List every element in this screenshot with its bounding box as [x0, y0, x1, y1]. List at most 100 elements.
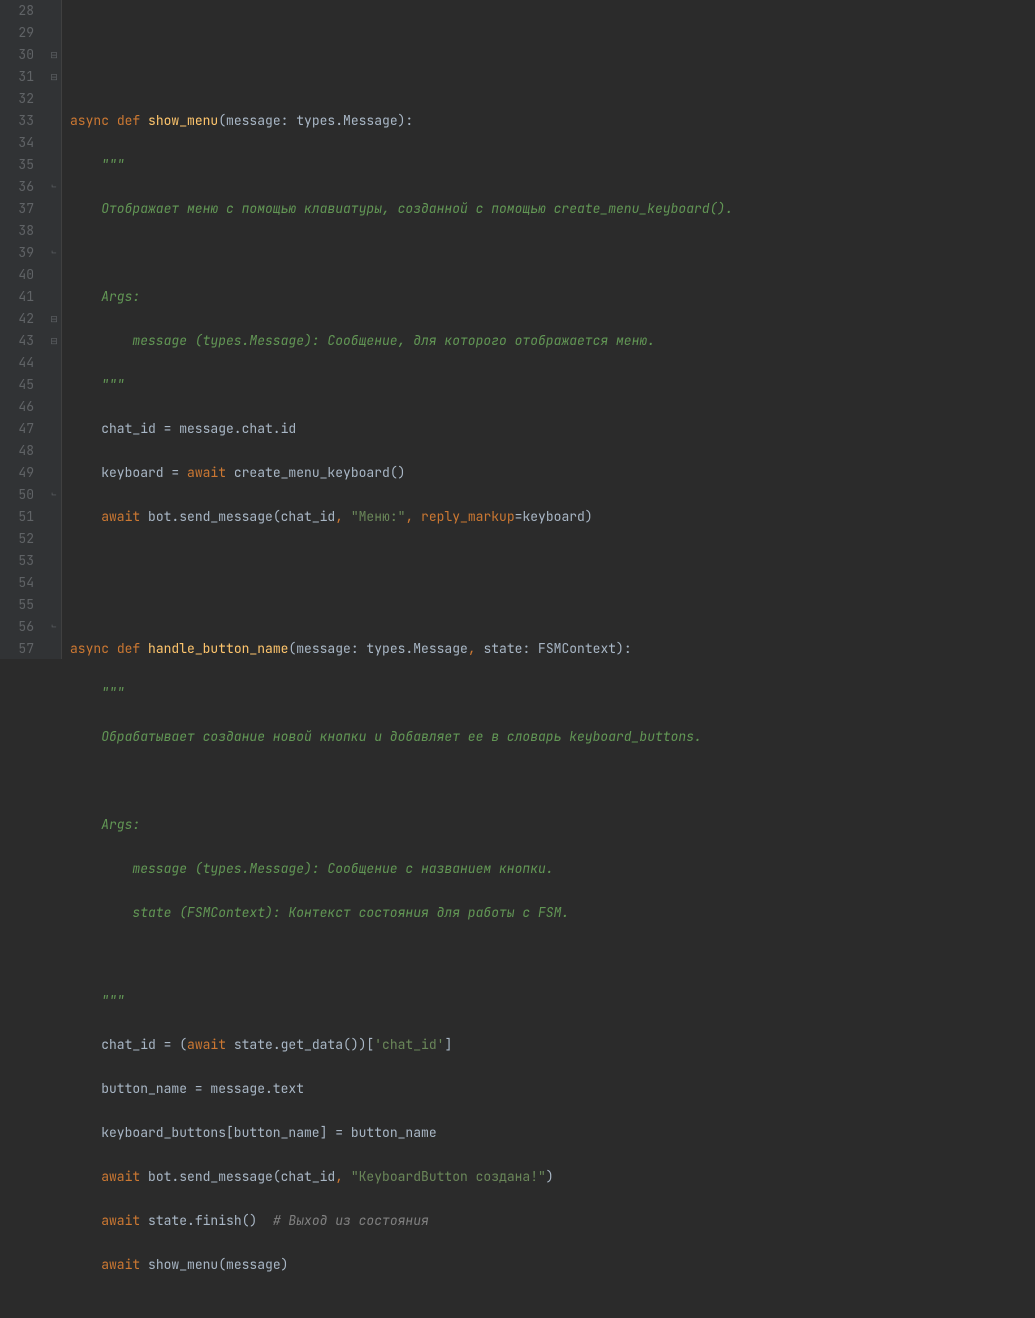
function-name: show_menu [148, 112, 218, 129]
kwarg: reply_markup [421, 508, 515, 525]
line-number: 56 [0, 616, 34, 638]
fold-open-icon[interactable]: ⊟ [48, 66, 60, 88]
code-line[interactable]: """ [70, 990, 1035, 1012]
line-number: 28 [0, 0, 34, 22]
line-number-gutter: 28 29 30 31 32 33 34 35 36 37 38 39 40 4… [0, 0, 46, 659]
fold-gutter[interactable]: ⊟⊟⌐⌐⊟⊟⌐⌐ [46, 0, 62, 659]
fold-open-icon[interactable]: ⊟ [48, 330, 60, 352]
keyword-def: def [117, 112, 148, 129]
docstring: Отображает меню с помощью клавиатуры, со… [101, 200, 733, 217]
params: (message: types.Message): [218, 112, 413, 129]
code-line[interactable] [70, 22, 1035, 44]
line-number: 55 [0, 594, 34, 616]
code-line[interactable]: chat_id = message.chat.id [70, 418, 1035, 440]
line-number: 33 [0, 110, 34, 132]
line-number: 45 [0, 374, 34, 396]
docstring: """ [101, 684, 124, 701]
fold-close-icon[interactable]: ⌐ [48, 242, 60, 264]
code-line[interactable]: Args: [70, 286, 1035, 308]
line-number: 46 [0, 396, 34, 418]
code-editor[interactable]: 28 29 30 31 32 33 34 35 36 37 38 39 40 4… [0, 0, 1035, 659]
docstring: Args: [101, 288, 140, 305]
code-line[interactable]: chat_id = (await state.get_data())['chat… [70, 1034, 1035, 1056]
string-literal: "Меню:" [351, 508, 406, 525]
code-line[interactable] [70, 242, 1035, 264]
code-line[interactable]: await bot.send_message(chat_id, "Keyboar… [70, 1166, 1035, 1188]
code-line[interactable]: Args: [70, 814, 1035, 836]
code-line[interactable]: message (types.Message): Сообщение с наз… [70, 858, 1035, 880]
code-line[interactable] [70, 1298, 1035, 1318]
code-line[interactable] [70, 594, 1035, 616]
comment: # Выход из состояния [273, 1212, 429, 1229]
line-number: 49 [0, 462, 34, 484]
line-number: 32 [0, 88, 34, 110]
comma: , [405, 508, 421, 525]
code-line[interactable]: button_name = message.text [70, 1078, 1035, 1100]
code-line[interactable]: """ [70, 682, 1035, 704]
keyword-await: await [187, 464, 234, 481]
comma: , [335, 1168, 351, 1185]
line-number: 40 [0, 264, 34, 286]
fold-close-icon[interactable]: ⌐ [48, 616, 60, 638]
code-text: = button_name [335, 1124, 436, 1141]
line-number: 42 [0, 308, 34, 330]
docstring: """ [101, 992, 124, 1009]
code-line[interactable] [70, 946, 1035, 968]
code-line[interactable] [70, 770, 1035, 792]
fold-close-icon[interactable]: ⌐ [48, 176, 60, 198]
code-line[interactable]: async def handle_button_name(message: ty… [70, 638, 1035, 660]
docstring: message (types.Message): Сообщение, для … [132, 332, 655, 349]
code-line[interactable]: state (FSMContext): Контекст состояния д… [70, 902, 1035, 924]
code-line[interactable]: await bot.send_message(chat_id, "Меню:",… [70, 506, 1035, 528]
docstring: state (FSMContext): Контекст состояния д… [132, 904, 569, 921]
docstring: """ [101, 156, 124, 173]
string-literal: "KeyboardButton создана!" [351, 1168, 546, 1185]
code-text: state.get_data())[ [234, 1036, 374, 1053]
code-line[interactable]: """ [70, 154, 1035, 176]
line-number: 41 [0, 286, 34, 308]
fold-open-icon[interactable]: ⊟ [48, 44, 60, 66]
code-line[interactable]: Обрабатывает создание новой кнопки и доб… [70, 726, 1035, 748]
fold-close-icon[interactable]: ⌐ [48, 484, 60, 506]
code-area[interactable]: async def show_menu(message: types.Messa… [62, 0, 1035, 659]
line-number: 44 [0, 352, 34, 374]
keyword-await: await [101, 1212, 148, 1229]
code-line[interactable]: keyboard_buttons[button_name] = button_n… [70, 1122, 1035, 1144]
code-line[interactable] [70, 550, 1035, 572]
line-number: 34 [0, 132, 34, 154]
line-number: 29 [0, 22, 34, 44]
code-text: state.finish() [148, 1212, 273, 1229]
docstring: message (types.Message): Сообщение с наз… [132, 860, 553, 877]
code-line[interactable]: await show_menu(message) [70, 1254, 1035, 1276]
code-text: button_name = message.text [101, 1080, 304, 1097]
keyword-await: await [187, 1036, 234, 1053]
code-line[interactable]: Отображает меню с помощью клавиатуры, со… [70, 198, 1035, 220]
line-number: 51 [0, 506, 34, 528]
line-number: 35 [0, 154, 34, 176]
code-text: keyboard_buttons[button_name] [101, 1124, 335, 1141]
line-number: 38 [0, 220, 34, 242]
code-text: ] [444, 1036, 452, 1053]
line-number: 31 [0, 66, 34, 88]
line-number: 48 [0, 440, 34, 462]
keyword-async: async [70, 640, 117, 657]
code-text: =keyboard) [515, 508, 593, 525]
code-text: create_menu_keyboard() [234, 464, 406, 481]
docstring: Args: [101, 816, 140, 833]
code-line[interactable]: keyboard = await create_menu_keyboard() [70, 462, 1035, 484]
code-line[interactable]: async def show_menu(message: types.Messa… [70, 110, 1035, 132]
code-line[interactable]: """ [70, 374, 1035, 396]
code-line[interactable] [70, 66, 1035, 88]
line-number: 47 [0, 418, 34, 440]
fold-open-icon[interactable]: ⊟ [48, 308, 60, 330]
keyword-await: await [101, 1256, 148, 1273]
line-number: 36 [0, 176, 34, 198]
keyword-def: def [117, 640, 148, 657]
line-number: 43 [0, 330, 34, 352]
keyword-await: await [101, 508, 148, 525]
line-number: 39 [0, 242, 34, 264]
code-line[interactable]: message (types.Message): Сообщение, для … [70, 330, 1035, 352]
keyword-async: async [70, 112, 117, 129]
code-line[interactable]: await state.finish() # Выход из состояни… [70, 1210, 1035, 1232]
comma: , [335, 508, 351, 525]
